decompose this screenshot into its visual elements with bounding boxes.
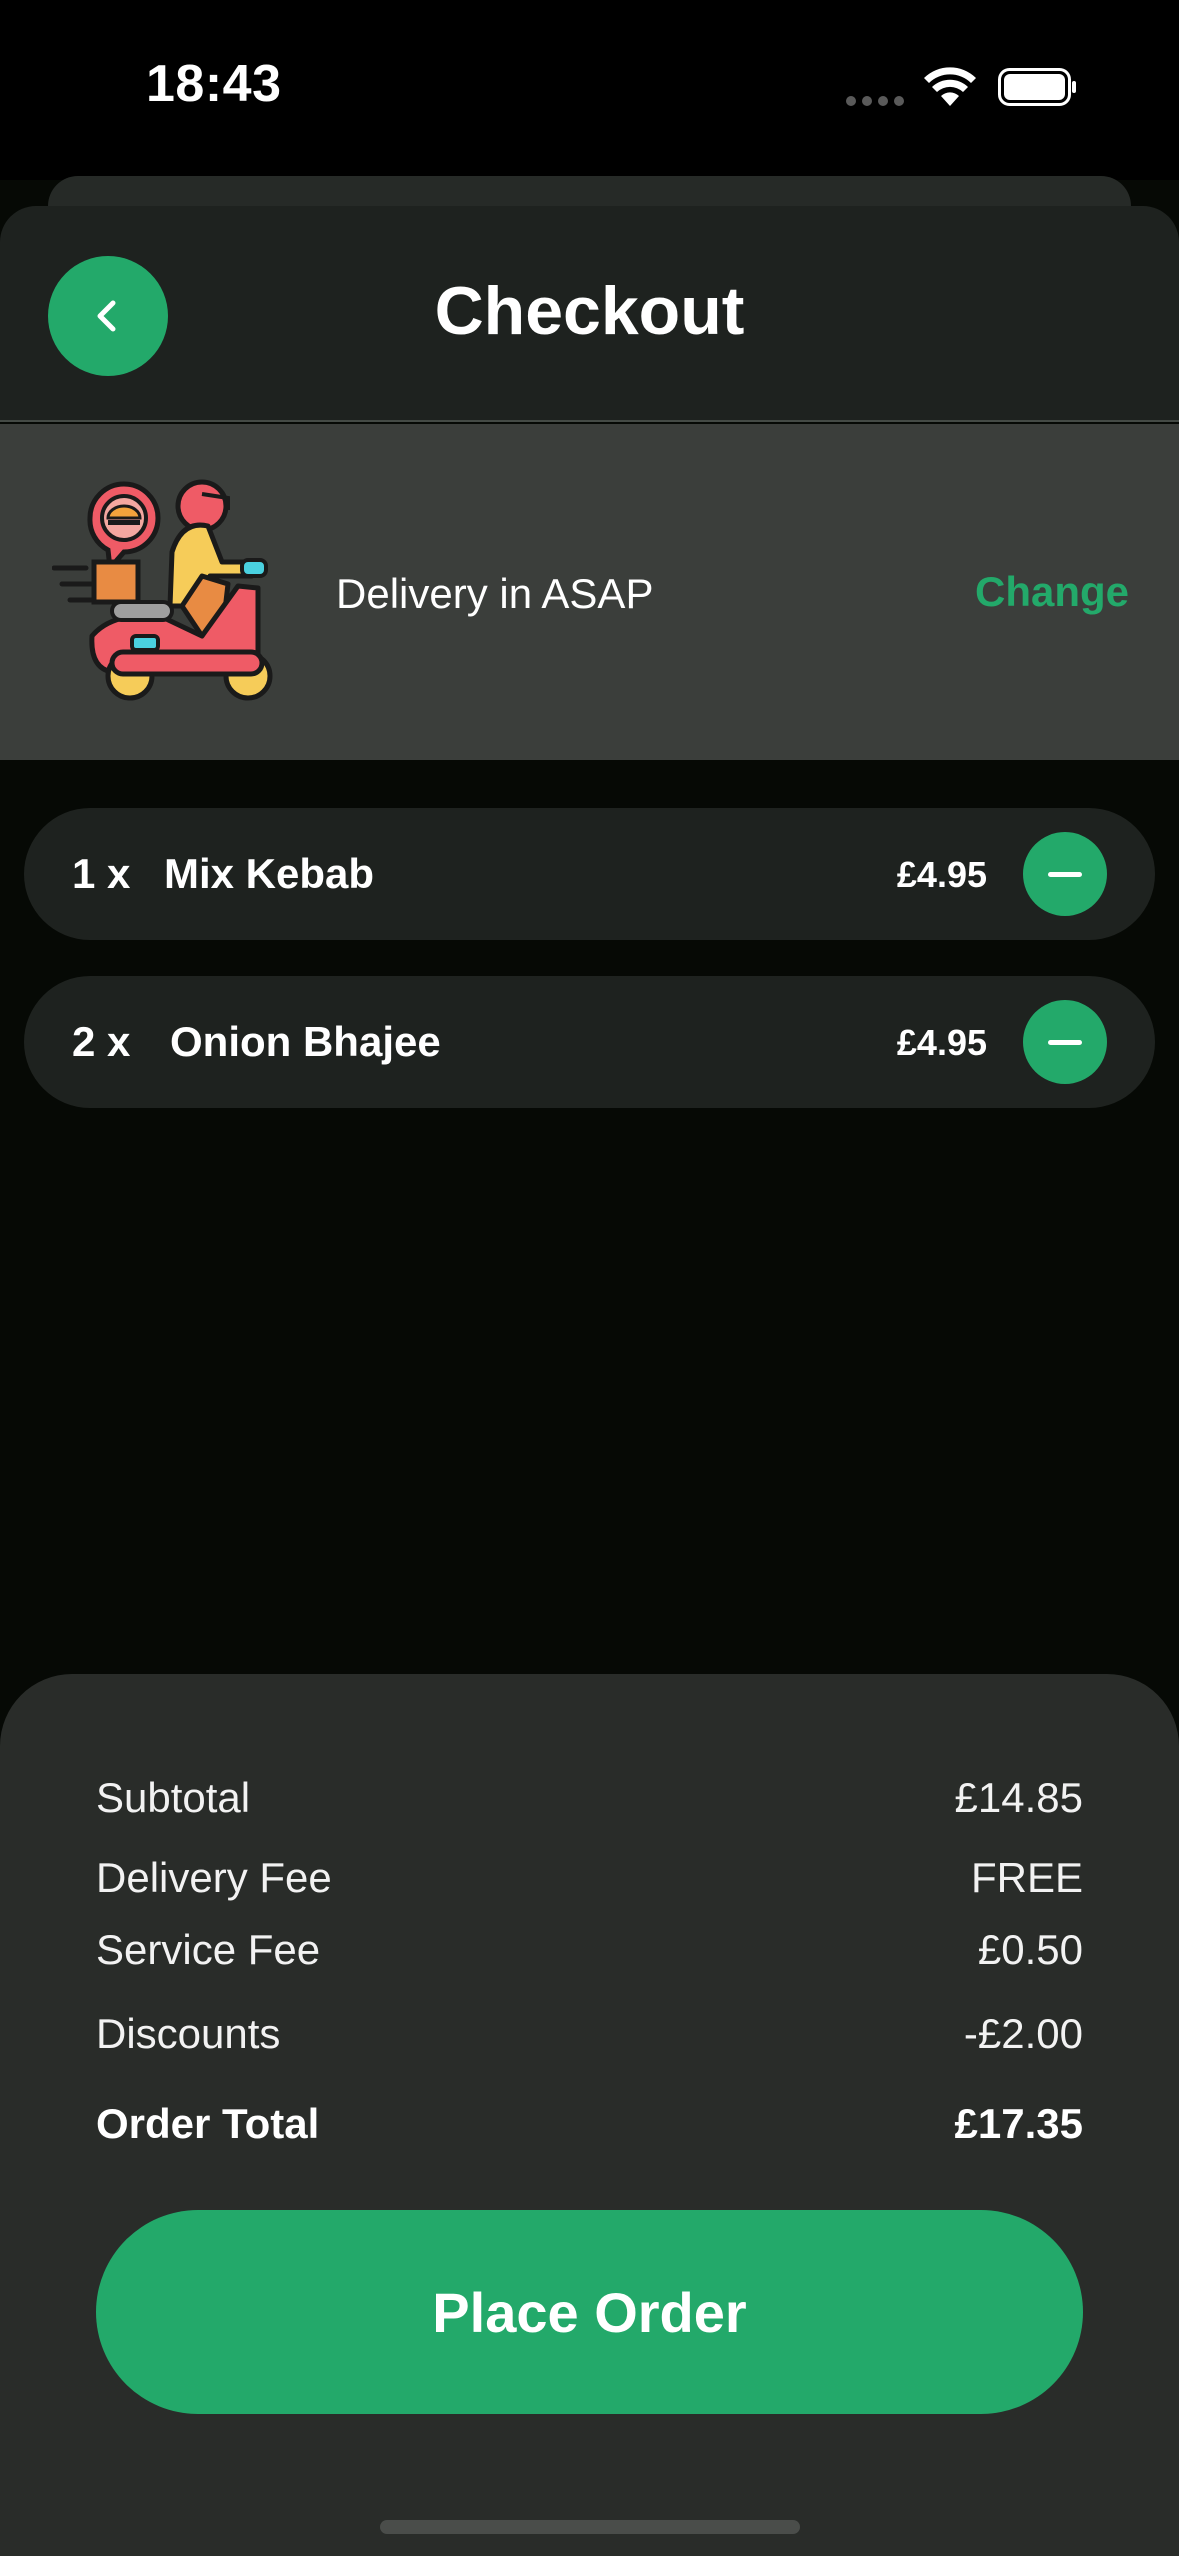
wifi-icon <box>924 67 976 106</box>
item-price: £4.95 <box>896 854 987 895</box>
place-order-button[interactable]: Place Order <box>96 2210 1083 2414</box>
item-price: £4.95 <box>896 1022 987 1063</box>
service-fee-row: Service Fee £0.50 <box>96 1926 1083 1974</box>
page-title: Checkout <box>434 273 745 349</box>
delivery-fee-value: FREE <box>970 1854 1083 1901</box>
minus-icon <box>1048 1039 1082 1045</box>
remove-item-button[interactable] <box>1023 832 1107 916</box>
order-total-row: Order Total £17.35 <box>96 2100 1083 2148</box>
delivery-banner: Delivery in ASAP Change <box>0 424 1179 760</box>
service-fee-value: £0.50 <box>977 1926 1083 1973</box>
cart-item-row: 2 x Onion Bhajee £4.95 <box>24 976 1155 1108</box>
order-total-value: £17.35 <box>954 2100 1083 2147</box>
status-time: 18:43 <box>146 55 282 113</box>
battery-icon <box>998 68 1076 106</box>
item-name: Mix Kebab <box>164 850 375 897</box>
discounts-row: Discounts -£2.00 <box>96 2010 1083 2058</box>
service-fee-label: Service Fee <box>96 1926 321 1973</box>
cart-items: 1 x Mix Kebab £4.95 2 x Onion Bhajee £4.… <box>24 808 1155 1144</box>
item-name: Onion Bhajee <box>170 1018 441 1065</box>
remove-item-button[interactable] <box>1023 1000 1107 1084</box>
subtotal-value: £14.85 <box>954 1774 1083 1821</box>
delivery-fee-label: Delivery Fee <box>96 1854 332 1901</box>
order-summary-panel: Subtotal £14.85 Delivery Fee FREE Servic… <box>0 1674 1179 2556</box>
checkout-screen: 18:43 Checkout Delivery in ASAP Change 1… <box>0 0 1179 2556</box>
delivery-fee-row: Delivery Fee FREE <box>96 1854 1083 1902</box>
minus-icon <box>1048 871 1082 877</box>
status-bar: 18:43 <box>0 0 1179 180</box>
change-delivery-link[interactable]: Change <box>975 568 1129 616</box>
order-total-label: Order Total <box>96 2100 320 2147</box>
discounts-label: Discounts <box>96 2010 281 2057</box>
cart-item-row: 1 x Mix Kebab £4.95 <box>24 808 1155 940</box>
header: Checkout <box>0 206 1179 422</box>
discounts-value: -£2.00 <box>963 2010 1083 2057</box>
scooter-delivery-icon <box>52 479 273 701</box>
subtotal-row: Subtotal £14.85 <box>96 1774 1083 1822</box>
delivery-time-text: Delivery in ASAP <box>336 570 654 617</box>
home-indicator <box>380 2520 800 2534</box>
item-quantity: 2 x <box>72 1018 131 1065</box>
subtotal-label: Subtotal <box>96 1774 251 1821</box>
item-quantity: 1 x <box>72 850 131 897</box>
cellular-signal-icon <box>846 96 904 106</box>
